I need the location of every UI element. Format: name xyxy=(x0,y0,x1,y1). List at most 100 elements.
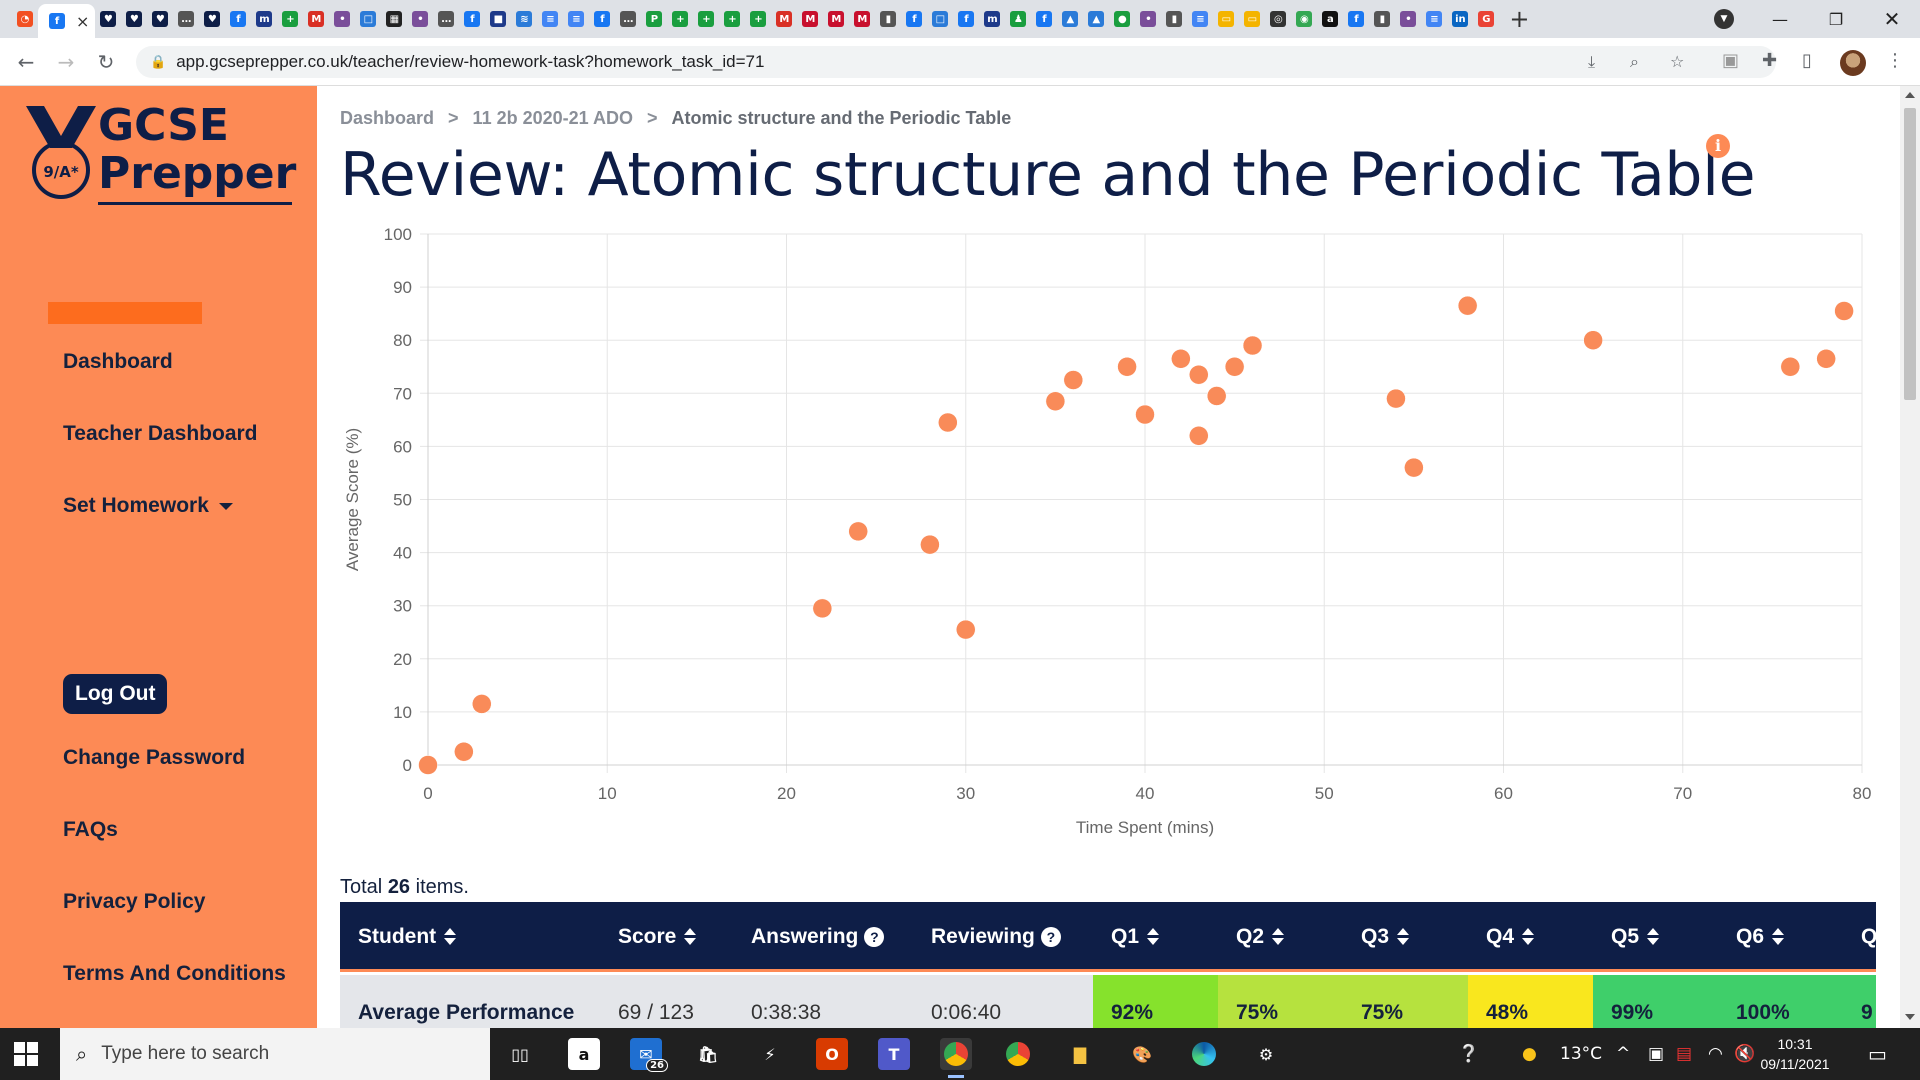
scroll-down-icon[interactable] xyxy=(1905,1014,1915,1020)
analytics-icon[interactable]: ▮ xyxy=(1166,11,1183,27)
column-header-q7[interactable]: Q xyxy=(1861,902,1876,972)
microsoft-icon[interactable]: ◔ xyxy=(17,11,33,27)
facebook-icon[interactable]: f xyxy=(1036,11,1053,27)
facebook-icon[interactable]: f xyxy=(1348,11,1365,27)
lock-icon[interactable]: 🔒 xyxy=(150,55,166,70)
teams-icon[interactable]: T xyxy=(878,1038,910,1070)
facebook-icon[interactable]: f xyxy=(464,11,481,27)
kebab-menu-icon[interactable]: ⋮ xyxy=(1886,50,1904,71)
power-automate-icon[interactable]: ⚡ xyxy=(754,1038,786,1070)
help-icon[interactable]: ? xyxy=(864,927,885,948)
avatar[interactable] xyxy=(1840,50,1866,76)
task-view-icon[interactable]: ▯▯ xyxy=(504,1038,536,1070)
help-icon[interactable]: ❔ xyxy=(1458,1028,1479,1080)
facebook-icon[interactable]: f xyxy=(958,11,975,27)
gcse-prepper-icon[interactable]: ♥ xyxy=(152,11,169,27)
app-icon[interactable]: P xyxy=(646,11,663,27)
address-bar[interactable]: 🔒 app.gcseprepper.co.uk/teacher/review-h… xyxy=(136,46,1776,78)
bookmark-star-icon[interactable]: ☆ xyxy=(1670,52,1684,71)
zoom-icon[interactable]: ⌕ xyxy=(1630,52,1639,72)
close-tab-icon[interactable]: × xyxy=(76,12,89,31)
docs-icon[interactable]: ≡ xyxy=(542,11,559,27)
plus-icon[interactable]: + xyxy=(750,11,767,27)
gmail-icon[interactable]: M xyxy=(776,11,793,27)
sidebar-item-dashboard[interactable]: Dashboard xyxy=(63,350,173,374)
logout-button[interactable]: Log Out xyxy=(63,674,168,714)
breadcrumb-link-class[interactable]: 11 2b 2020-21 ADO xyxy=(473,108,633,128)
linkedin-icon[interactable]: in xyxy=(1452,11,1469,27)
url-text[interactable]: app.gcseprepper.co.uk/teacher/review-hom… xyxy=(176,52,764,72)
slides-icon[interactable]: ▭ xyxy=(1244,11,1261,27)
more-icon[interactable]: … xyxy=(620,11,637,27)
volume-muted-icon[interactable]: 🔇 xyxy=(1734,1028,1755,1080)
paint-icon[interactable]: 🎨 xyxy=(1126,1038,1158,1070)
sidebar-item-set-homework[interactable]: Set Homework xyxy=(63,494,233,518)
notifications-icon[interactable]: ▭ xyxy=(1868,1028,1887,1080)
app-icon[interactable]: • xyxy=(334,11,351,27)
facebook-icon[interactable]: f xyxy=(906,11,923,27)
app-icon[interactable]: ♟ xyxy=(1010,11,1027,27)
gcse-prepper-icon[interactable]: ♥ xyxy=(204,11,221,27)
app-icon[interactable]: □ xyxy=(360,11,377,27)
analytics-icon[interactable]: ▮ xyxy=(1374,11,1391,27)
more-icon[interactable]: … xyxy=(178,11,195,27)
install-icon[interactable]: ⤓ xyxy=(1588,52,1595,72)
gcse-prepper-icon[interactable]: ♥ xyxy=(126,11,143,27)
new-tab-button[interactable]: + xyxy=(1509,5,1529,33)
m-icon[interactable]: m xyxy=(256,11,273,27)
slides-icon[interactable]: ▭ xyxy=(1218,11,1235,27)
m-icon[interactable]: m xyxy=(984,11,1001,27)
mail-icon[interactable]: ✉ 26 xyxy=(630,1038,668,1072)
info-icon[interactable]: i xyxy=(1706,134,1730,158)
abc-icon[interactable]: a xyxy=(1322,11,1339,27)
puzzle-icon[interactable]: ✚ xyxy=(1762,50,1777,71)
sidebar-item-teacher-dashboard[interactable]: Teacher Dashboard xyxy=(63,422,258,446)
breadcrumb-link-dashboard[interactable]: Dashboard xyxy=(340,108,434,128)
app-icon[interactable]: • xyxy=(1400,11,1417,27)
column-header-student[interactable]: Student xyxy=(358,902,457,972)
back-button[interactable]: ← xyxy=(14,50,38,74)
settings-gear-icon[interactable]: ⚙ xyxy=(1250,1038,1282,1070)
more-icon[interactable]: … xyxy=(438,11,455,27)
maps-icon[interactable]: ◉ xyxy=(1296,11,1313,27)
weather-sun-icon[interactable]: ● xyxy=(1522,1028,1537,1080)
scroll-up-icon[interactable] xyxy=(1905,92,1915,98)
help-icon[interactable]: ? xyxy=(1040,927,1061,948)
column-header-q5[interactable]: Q5 xyxy=(1611,902,1660,972)
app-icon[interactable]: M xyxy=(828,11,845,27)
sidebar-item-faqs[interactable]: FAQs xyxy=(63,818,118,842)
column-header-q4[interactable]: Q4 xyxy=(1486,902,1535,972)
wifi-icon[interactable]: ◠ xyxy=(1708,1028,1723,1080)
restore-button[interactable]: ❐ xyxy=(1808,0,1864,38)
app-icon[interactable]: ▦ xyxy=(386,11,403,27)
gcse-prepper-logo[interactable]: 9/A* GCSE Prepper xyxy=(26,102,296,207)
app-icon[interactable]: • xyxy=(1140,11,1157,27)
chrome-profile-icon[interactable] xyxy=(1002,1038,1034,1070)
extension-icon[interactable]: ▣ xyxy=(1722,50,1739,71)
facebook-icon[interactable]: f xyxy=(594,11,611,27)
facebook-icon[interactable]: f xyxy=(49,13,65,29)
docs-icon[interactable]: ≡ xyxy=(568,11,585,27)
column-header-answering[interactable]: Answering? xyxy=(751,902,885,972)
gmail-icon[interactable]: M xyxy=(308,11,325,27)
column-header-reviewing[interactable]: Reviewing? xyxy=(931,902,1061,972)
show-hidden-icons-icon[interactable]: ^ xyxy=(1616,1028,1630,1080)
app-icon[interactable]: M xyxy=(854,11,871,27)
audio-icon[interactable]: ≋ xyxy=(516,11,533,27)
plus-icon[interactable]: + xyxy=(698,11,715,27)
file-explorer-icon[interactable]: ▇ xyxy=(1064,1038,1096,1070)
taskbar-search[interactable]: ⌕ Type here to search xyxy=(60,1028,490,1080)
amazon-icon[interactable]: a xyxy=(568,1038,600,1070)
reload-button[interactable]: ↻ xyxy=(94,50,118,74)
store-icon[interactable]: 🛍 xyxy=(692,1038,724,1070)
app-icon[interactable]: ◎ xyxy=(1270,11,1287,27)
column-header-q3[interactable]: Q3 xyxy=(1361,902,1410,972)
app-tray-icon[interactable]: ▤ xyxy=(1676,1028,1692,1080)
page-scrollbar[interactable] xyxy=(1900,86,1920,1028)
column-header-q2[interactable]: Q2 xyxy=(1236,902,1285,972)
app-icon[interactable]: ■ xyxy=(490,11,507,27)
profile-menu-button[interactable]: ▼ xyxy=(1696,0,1752,38)
temperature-text[interactable]: 13°C xyxy=(1560,1028,1602,1080)
app-icon[interactable]: ● xyxy=(1114,11,1131,27)
docs-icon[interactable]: ≡ xyxy=(1426,11,1443,27)
